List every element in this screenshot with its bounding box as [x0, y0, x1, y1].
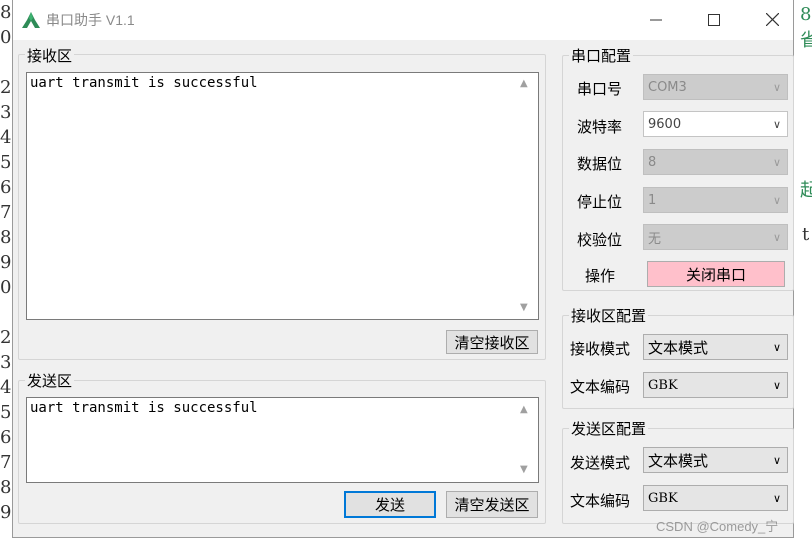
maximize-icon [708, 10, 720, 31]
stop-bits-select[interactable]: 1 ∨ [643, 187, 788, 213]
receive-config-label: 接收区配置 [569, 305, 649, 326]
parity-label: 校验位 [577, 231, 623, 249]
bg-fragment: 省 [800, 30, 812, 51]
close-icon [765, 10, 779, 31]
data-bits-value: 8 [648, 154, 657, 170]
watermark-text: CSDN @Comedy_宁 [656, 519, 779, 534]
clear-receive-button[interactable]: 清空接收区 [446, 330, 538, 354]
app-icon [21, 10, 41, 30]
clear-send-button[interactable]: 清空发送区 [446, 491, 538, 518]
send-mode-label: 发送模式 [570, 454, 631, 472]
data-bits-select[interactable]: 8 ∨ [643, 149, 788, 175]
receive-mode-value: 文本模式 [648, 338, 709, 357]
send-config-label: 发送区配置 [569, 418, 649, 439]
chevron-down-icon: ∨ [772, 453, 782, 467]
chevron-down-icon: ∨ [772, 491, 782, 505]
stop-bits-value: 1 [648, 192, 657, 208]
chevron-down-icon: ∨ [772, 193, 782, 207]
send-encoding-value: GBK [648, 490, 678, 506]
serial-assistant-window: 串口助手 V1.1 接收区 uart transmit is successfu… [12, 0, 794, 538]
send-area-label: 发送区 [25, 370, 75, 391]
minimize-button[interactable] [627, 0, 685, 40]
parity-value: 无 [648, 231, 662, 247]
send-button[interactable]: 发送 [344, 491, 436, 518]
chevron-down-icon: ∨ [772, 117, 782, 131]
scroll-up-icon[interactable]: ▲ [520, 404, 528, 415]
send-textarea[interactable]: uart transmit is successful [26, 397, 539, 483]
send-mode-value: 文本模式 [648, 451, 709, 470]
stop-bits-label: 停止位 [577, 193, 623, 211]
receive-encoding-label: 文本编码 [570, 378, 631, 396]
maximize-button[interactable] [685, 0, 743, 40]
bg-fragment: 起 [800, 180, 812, 201]
minimize-icon [650, 10, 662, 31]
chevron-down-icon: ∨ [772, 340, 782, 354]
port-label: 串口号 [577, 80, 623, 98]
chevron-down-icon: ∨ [772, 378, 782, 392]
receive-text: uart transmit is successful [30, 75, 258, 91]
receive-area-label: 接收区 [25, 45, 75, 66]
send-text: uart transmit is successful [30, 400, 258, 416]
bg-fragment: 8 [800, 4, 812, 25]
receive-textarea[interactable]: uart transmit is successful [26, 72, 539, 320]
send-mode-select[interactable]: 文本模式 ∨ [643, 447, 788, 473]
receive-mode-select[interactable]: 文本模式 ∨ [643, 334, 788, 360]
window-title: 串口助手 V1.1 [46, 12, 135, 28]
data-bits-label: 数据位 [577, 155, 623, 173]
scroll-down-icon[interactable]: ▼ [520, 302, 528, 313]
chevron-down-icon: ∨ [772, 80, 782, 94]
parity-select[interactable]: 无 ∨ [643, 224, 788, 250]
baud-value: 9600 [648, 116, 682, 132]
receive-encoding-value: GBK [648, 377, 678, 393]
baud-label: 波特率 [577, 118, 623, 136]
chevron-down-icon: ∨ [772, 230, 782, 244]
send-encoding-select[interactable]: GBK ∨ [643, 485, 788, 511]
close-window-button[interactable] [743, 0, 801, 40]
scroll-up-icon[interactable]: ▲ [520, 78, 528, 89]
port-select[interactable]: COM3 ∨ [643, 74, 788, 100]
operation-label: 操作 [585, 267, 616, 285]
serial-config-label: 串口配置 [569, 45, 634, 66]
receive-encoding-select[interactable]: GBK ∨ [643, 372, 788, 398]
scroll-down-icon[interactable]: ▼ [520, 464, 528, 475]
title-bar[interactable]: 串口助手 V1.1 [13, 0, 793, 40]
close-port-button[interactable]: 关闭串口 [647, 261, 785, 287]
bg-fragment: t [802, 224, 810, 245]
baud-select[interactable]: 9600 ∨ [643, 111, 788, 137]
receive-mode-label: 接收模式 [570, 340, 631, 358]
port-value: COM3 [648, 79, 687, 95]
chevron-down-icon: ∨ [772, 155, 782, 169]
send-encoding-label: 文本编码 [570, 492, 631, 510]
